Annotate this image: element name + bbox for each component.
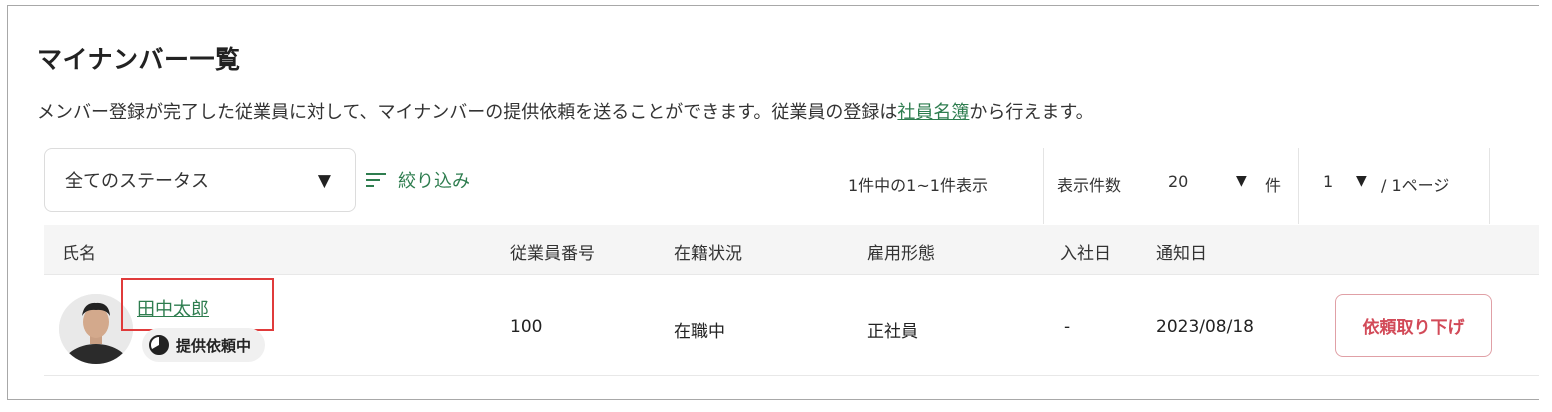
- cell-notice-date: 2023/08/18: [1156, 317, 1254, 337]
- per-page-unit: 件: [1265, 176, 1282, 195]
- table-header: 氏名 従業員番号 在籍状況 雇用形態 入社日 通知日: [44, 225, 1539, 275]
- dropdown-caret-icon: ▼: [317, 171, 331, 191]
- filter-label: 絞り込み: [398, 171, 470, 192]
- result-count: 1件中の1~1件表示: [848, 176, 988, 195]
- divider: [1489, 148, 1490, 224]
- column-header-status: 在籍状況: [674, 244, 742, 264]
- cell-status: 在職中: [674, 322, 725, 342]
- description-text-end: から行えます。: [969, 102, 1094, 123]
- status-filter-select[interactable]: 全てのステータス ▼: [44, 148, 356, 212]
- filter-lines-icon: [366, 173, 386, 187]
- status-filter-value: 全てのステータス: [65, 171, 209, 192]
- column-header-notice-date: 通知日: [1156, 244, 1207, 264]
- column-header-employment-type: 雇用形態: [867, 244, 935, 264]
- progress-half-icon: [149, 335, 169, 355]
- cell-join-date: -: [1064, 317, 1071, 337]
- filter-button[interactable]: 絞り込み: [366, 165, 470, 195]
- divider: [1298, 148, 1299, 224]
- page-description: メンバー登録が完了した従業員に対して、マイナンバーの提供依頼を送ることができます…: [37, 98, 1094, 124]
- status-badge-label: 提供依頼中: [176, 336, 252, 355]
- per-page-label: 表示件数: [1057, 176, 1122, 195]
- employee-roster-link[interactable]: 社員名簿: [897, 102, 969, 123]
- page-select[interactable]: 1: [1323, 172, 1333, 191]
- highlight-box: [121, 278, 274, 331]
- page-total: / 1ページ: [1381, 176, 1450, 195]
- column-header-join-date: 入社日: [1060, 244, 1111, 264]
- table-row: 田中太郎 提供依頼中 100 在職中 正社員 - 2023/08/18 依頼取り…: [44, 276, 1539, 376]
- column-header-name: 氏名: [62, 244, 96, 264]
- per-page-select[interactable]: 20: [1168, 172, 1188, 191]
- cell-employment-type: 正社員: [867, 322, 918, 342]
- page-title: マイナンバー一覧: [37, 45, 241, 74]
- withdraw-request-button[interactable]: 依頼取り下げ: [1335, 294, 1492, 357]
- description-text: メンバー登録が完了した従業員に対して、マイナンバーの提供依頼を送ることができます…: [37, 102, 898, 123]
- divider: [1043, 148, 1044, 224]
- column-header-employee-no: 従業員番号: [510, 244, 595, 264]
- status-badge: 提供依頼中: [142, 328, 266, 362]
- page-caret-icon[interactable]: ▼: [1356, 173, 1367, 189]
- per-page-caret-icon[interactable]: ▼: [1236, 173, 1247, 189]
- cell-employee-no: 100: [510, 317, 543, 337]
